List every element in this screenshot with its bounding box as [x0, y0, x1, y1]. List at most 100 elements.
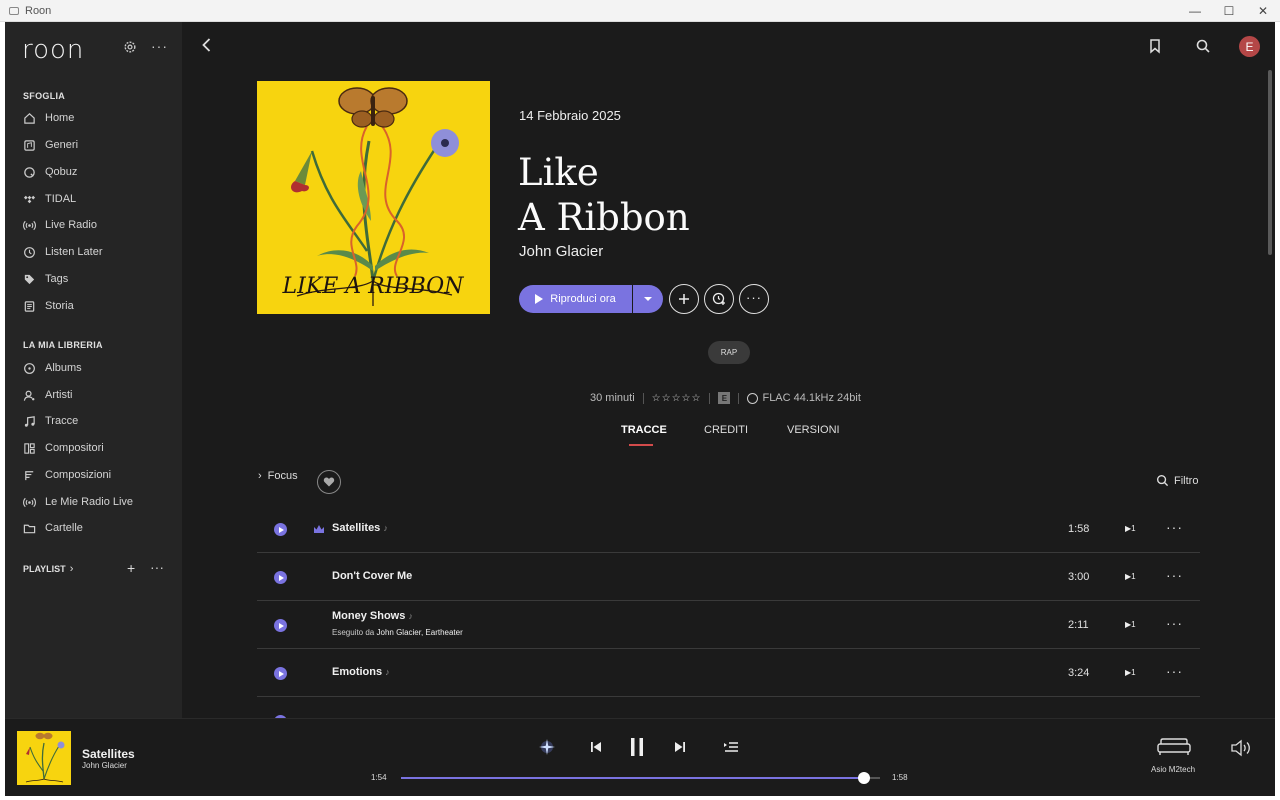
track-performers: Eseguito da John Glacier, Eartheater	[332, 628, 463, 637]
play-options-dropdown[interactable]	[633, 285, 663, 313]
now-playing-cover[interactable]	[17, 731, 71, 785]
sidebar-item-compositions[interactable]: Composizioni	[23, 464, 173, 486]
playlist-more-button[interactable]: ···	[150, 559, 164, 575]
album-duration: 30 minuti	[590, 392, 635, 404]
sidebar-item-history[interactable]: Storia	[23, 295, 173, 317]
track-more-button[interactable]: ···	[1166, 519, 1183, 535]
zone-name[interactable]: Asio M2tech	[1151, 765, 1195, 774]
more-options-icon[interactable]: ···	[151, 38, 168, 54]
filter-button[interactable]: Filtro	[1156, 474, 1198, 487]
sidebar-item-composers[interactable]: Compositori	[23, 437, 173, 459]
track-list: Satellites ♪ 1:58 ▶1 ··· Don't Cover Me 3…	[257, 505, 1200, 718]
skip-back-icon	[591, 742, 601, 752]
table-row[interactable]: Don't Cover Me 3:00 ▶1 ···	[257, 553, 1200, 601]
play-next-button[interactable]: ▶1	[1125, 668, 1136, 677]
sidebar-item-tidal[interactable]: TIDAL	[23, 188, 173, 210]
track-play-button[interactable]	[274, 523, 287, 536]
gear-icon[interactable]	[123, 40, 137, 54]
track-more-button[interactable]: ···	[1166, 615, 1183, 631]
track-play-button[interactable]	[274, 571, 287, 584]
table-row-partial[interactable]	[257, 697, 1200, 718]
focus-button[interactable]: › Focus	[258, 470, 298, 482]
artist-icon	[23, 390, 35, 401]
note-icon: ♪	[383, 523, 388, 533]
track-play-button[interactable]	[274, 619, 287, 632]
album-more-button[interactable]: ···	[739, 284, 769, 314]
sidebar-item-albums[interactable]: Albums	[23, 357, 173, 379]
sidebar-item-artists[interactable]: Artisti	[23, 384, 173, 406]
playlist-section[interactable]: PLAYLIST › + ···	[23, 559, 173, 576]
roon-logo[interactable]: roon	[22, 35, 84, 65]
play-next-button[interactable]: ▶1	[1125, 620, 1136, 629]
previous-track-button[interactable]	[588, 737, 604, 757]
sidebar-item-listen-later[interactable]: Listen Later	[23, 241, 173, 263]
tab-versions[interactable]: VERSIONI	[787, 424, 840, 436]
sidebar-item-live-radio[interactable]: Live Radio	[23, 214, 173, 236]
pause-button[interactable]	[627, 737, 647, 757]
clock-icon	[24, 246, 35, 258]
track-more-button[interactable]: ···	[1166, 663, 1183, 679]
album-title: Like A Ribbon	[518, 150, 690, 240]
next-track-button[interactable]	[672, 737, 688, 757]
sidebar-item-tracks[interactable]: Tracce	[23, 410, 173, 432]
progress-handle[interactable]	[858, 772, 870, 784]
sidebar-item-qobuz[interactable]: Qobuz	[23, 161, 173, 183]
sidebar-item-label: Qobuz	[45, 166, 78, 178]
queue-button[interactable]	[722, 737, 740, 757]
maximize-button[interactable]: ☐	[1212, 0, 1246, 22]
performer-links[interactable]: John Glacier, Eartheater	[377, 628, 463, 637]
table-row[interactable]: Money Shows ♪ Eseguito da John Glacier, E…	[257, 601, 1200, 649]
listen-later-button[interactable]	[704, 284, 734, 314]
user-avatar[interactable]: E	[1239, 36, 1260, 57]
bookmark-icon[interactable]	[1147, 38, 1163, 54]
sidebar-item-label: Artisti	[45, 389, 73, 401]
ellipsis-icon: ···	[746, 289, 762, 305]
track-title[interactable]: Money Shows ♪	[332, 610, 413, 622]
sidebar-item-label: Cartelle	[45, 522, 83, 534]
tab-tracks[interactable]: TRACCE	[621, 424, 667, 436]
table-row[interactable]: Satellites ♪ 1:58 ▶1 ···	[257, 505, 1200, 553]
now-playing-title[interactable]: Satellites	[82, 747, 135, 761]
scrollbar-thumb[interactable]	[1268, 70, 1272, 255]
play-now-button[interactable]: Riproduci ora	[519, 285, 632, 313]
close-button[interactable]: ✕	[1246, 0, 1280, 22]
track-title[interactable]: Don't Cover Me	[332, 570, 412, 582]
add-playlist-button[interactable]: +	[127, 560, 135, 576]
play-next-button[interactable]: ▶1	[1125, 572, 1136, 581]
minimize-button[interactable]: —	[1178, 0, 1212, 22]
search-icon[interactable]	[1195, 38, 1211, 54]
track-title[interactable]: Emotions ♪	[332, 666, 390, 678]
track-title-text: Emotions	[332, 666, 383, 678]
track-title[interactable]: Satellites ♪	[332, 522, 388, 534]
radio-mode-button[interactable]	[537, 737, 557, 757]
audio-format[interactable]: FLAC 44.1kHz 24bit	[762, 392, 860, 404]
play-next-button[interactable]: ▶1	[1125, 524, 1136, 533]
album-cover[interactable]: LIKE A RIBBON	[257, 81, 490, 314]
favorite-button[interactable]	[317, 470, 341, 494]
now-playing-artist[interactable]: John Glacier	[82, 761, 127, 770]
table-row[interactable]: Emotions ♪ 3:24 ▶1 ···	[257, 649, 1200, 697]
tab-credits[interactable]: CREDITI	[704, 424, 748, 436]
album-artist-link[interactable]: John Glacier	[519, 243, 603, 260]
sidebar-item-folders[interactable]: Cartelle	[23, 517, 173, 539]
sidebar-item-label: Compositori	[45, 442, 104, 454]
track-title-text: Don't Cover Me	[332, 570, 413, 582]
sidebar-item-genres[interactable]: Generi	[23, 134, 173, 156]
track-play-button[interactable]	[274, 667, 287, 680]
sidebar-item-tags[interactable]: Tags	[23, 268, 173, 290]
release-date: 14 Febbraio 2025	[519, 108, 621, 123]
play-icon	[535, 294, 544, 304]
back-arrow-icon[interactable]	[200, 37, 214, 53]
sidebar-item-my-live-radio[interactable]: Le Mie Radio Live	[23, 491, 173, 513]
volume-icon[interactable]	[1230, 739, 1252, 757]
sofa-icon[interactable]	[1156, 737, 1192, 757]
composer-icon	[24, 442, 35, 454]
album-icon	[24, 362, 35, 374]
track-more-button[interactable]: ···	[1166, 567, 1183, 583]
sidebar-item-home[interactable]: Home	[23, 107, 173, 129]
genre-tag[interactable]: RAP	[708, 341, 750, 364]
rating-stars[interactable]: ☆☆☆☆☆	[652, 393, 702, 404]
add-to-library-button[interactable]	[669, 284, 699, 314]
elapsed-time: 1:54	[371, 773, 387, 782]
track-duration: 1:58	[1068, 523, 1090, 535]
